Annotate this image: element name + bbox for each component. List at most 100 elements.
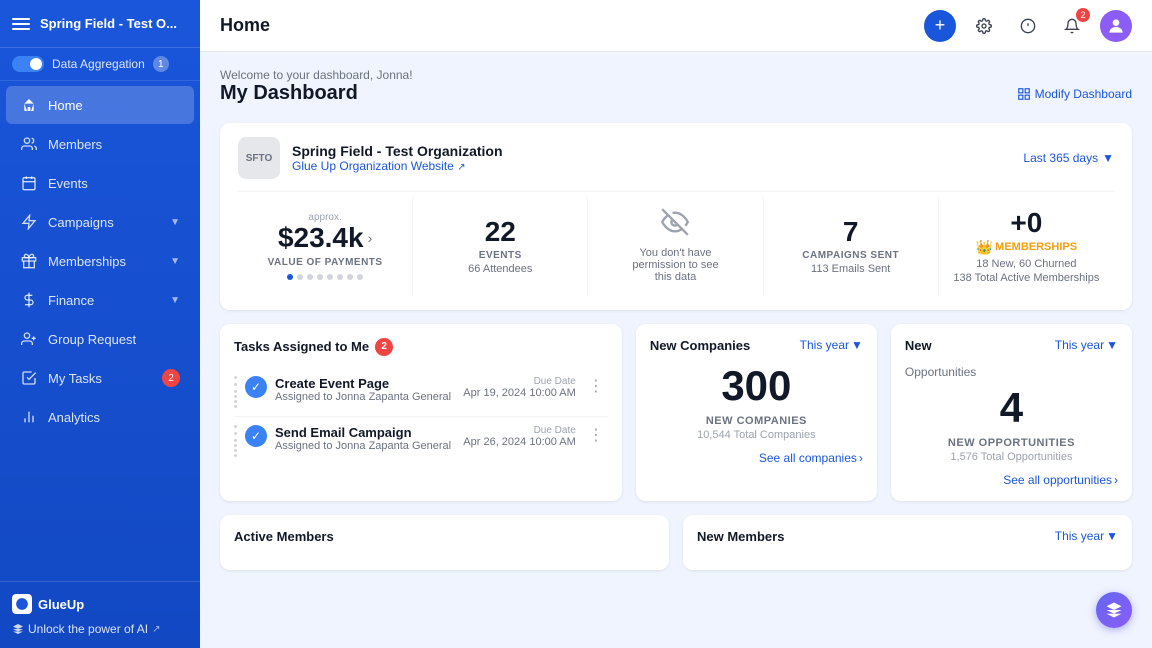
new-members-title: New Members [697,529,784,544]
notifications-button[interactable]: 2 [1056,10,1088,42]
task-drag-handle[interactable] [234,376,237,408]
task-menu-button[interactable]: ⋮ [584,425,608,445]
task-check-icon[interactable]: ✓ [245,425,267,447]
see-all-opportunities-link[interactable]: See all opportunities › [905,473,1118,487]
modify-dashboard-button[interactable]: Modify Dashboard [1017,87,1132,101]
stat-campaigns-label: CAMPAIGNS SENT [802,250,899,261]
glueup-logo-icon [12,594,32,614]
last-days-selector[interactable]: Last 365 days ▼ [1023,151,1114,165]
unlock-ai-external-icon: ↗ [152,624,160,635]
task-menu-button[interactable]: ⋮ [584,376,608,396]
sidebar-members-label: Members [48,137,102,152]
stat-dot-2[interactable] [297,274,303,280]
stat-events-value: 22 [485,217,516,248]
sidebar-campaigns-label: Campaigns [48,215,114,230]
companies-panel-title: New Companies [650,338,750,353]
task-info: Create Event Page Assigned to Jonna Zapa… [275,376,455,403]
hamburger-icon[interactable] [12,18,30,30]
opportunities-this-year-button[interactable]: This year ▼ [1055,338,1118,352]
stat-permissions: You don't have permission to see this da… [588,196,763,296]
sidebar-nav: Home Members Events Campaigns ▼ Member [0,81,200,581]
glueup-logo: GlueUp [12,594,188,614]
unlock-ai-label: Unlock the power of AI [28,622,148,636]
stat-dot-7[interactable] [347,274,353,280]
stat-dot-6[interactable] [337,274,343,280]
eye-blocked-icon [661,208,689,243]
opportunities-value: 4 [905,387,1118,429]
last-days-label: Last 365 days [1023,151,1098,165]
sidebar-events-label: Events [48,176,88,191]
opportunities-panel: New This year ▼ Opportunities 4 NEW OPPO… [891,324,1132,501]
stat-payments-value: $23.4k [278,223,364,254]
org-website-label: Glue Up Organization Website [292,159,454,173]
memberships-arrow-icon: ▼ [170,256,180,267]
data-aggregation-toggle: Data Aggregation 1 [0,48,200,81]
add-button[interactable]: + [924,10,956,42]
sidebar-item-events[interactable]: Events [6,164,194,202]
task-date-col: Due Date Apr 19, 2024 10:00 AM [463,376,576,399]
stat-dot-1[interactable] [287,274,293,280]
org-website-link[interactable]: Glue Up Organization Website ↗ [292,159,503,173]
sidebar-item-members[interactable]: Members [6,125,194,163]
data-aggregation-switch[interactable] [12,56,44,72]
data-aggregation-label: Data Aggregation [52,57,145,71]
new-members-this-year-button[interactable]: This year ▼ [1055,529,1118,543]
last-days-chevron-icon: ▼ [1102,151,1114,165]
see-all-companies-link[interactable]: See all companies › [650,451,863,465]
sidebar-item-finance[interactable]: Finance ▼ [6,281,194,319]
sidebar-item-my-tasks[interactable]: My Tasks 2 [6,359,194,397]
stat-memberships-value: +0 [1010,208,1042,239]
events-icon [20,174,38,192]
task-title: Send Email Campaign [275,425,455,440]
companies-panel: New Companies This year ▼ 300 NEW COMPAN… [636,324,877,501]
see-all-companies-label: See all companies [759,451,857,465]
user-avatar[interactable] [1100,10,1132,42]
task-check-icon[interactable]: ✓ [245,376,267,398]
stat-nav [287,274,363,280]
companies-chevron-icon: ▼ [851,338,863,352]
sidebar-finance-label: Finance [48,293,94,308]
companies-panel-header: New Companies This year ▼ [650,338,863,353]
stat-dot-5[interactable] [327,274,333,280]
sidebar-group-request-label: Group Request [48,332,136,347]
sidebar-item-home[interactable]: Home [6,86,194,124]
memberships-new-churned: 18 New, 60 Churned [976,258,1076,270]
sidebar-item-memberships[interactable]: Memberships ▼ [6,242,194,280]
stat-dot-4[interactable] [317,274,323,280]
stat-dot-3[interactable] [307,274,313,280]
finance-icon [20,291,38,309]
sidebar-org-name: Spring Field - Test O... [40,16,177,31]
task-drag-handle[interactable] [234,425,237,457]
see-all-opportunities-arrow-icon: › [1114,473,1118,487]
sidebar-item-group-request[interactable]: Group Request [6,320,194,358]
companies-value: 300 [650,365,863,407]
campaigns-icon [20,213,38,231]
members-row: Active Members New Members This year ▼ [220,515,1132,570]
payments-arrow-icon[interactable]: › [368,230,373,246]
settings-button[interactable] [968,10,1000,42]
panels-row: Tasks Assigned to Me 2 ✓ Create Event Pa… [220,324,1132,501]
page-title: Home [220,15,912,36]
sidebar-home-label: Home [48,98,83,113]
ai-bubble[interactable] [1096,592,1132,628]
info-button[interactable] [1012,10,1044,42]
sidebar-item-campaigns[interactable]: Campaigns ▼ [6,203,194,241]
companies-this-year-button[interactable]: This year ▼ [800,338,863,352]
unlock-ai-link[interactable]: Unlock the power of AI ↗ [12,622,188,636]
task-assigned: Assigned to Jonna Zapanta General [275,391,455,403]
memberships-badge-label: MEMBERSHIPS [995,241,1077,253]
sidebar-item-analytics[interactable]: Analytics [6,398,194,436]
welcome-row: Welcome to your dashboard, Jonna! My Das… [220,68,1132,119]
stat-memberships: +0 👑 MEMBERSHIPS 18 New, 60 Churned 138 … [939,196,1114,296]
stat-dot-8[interactable] [357,274,363,280]
task-date-col: Due Date Apr 26, 2024 10:00 AM [463,425,576,448]
new-members-panel: New Members This year ▼ [683,515,1132,570]
group-request-icon [20,330,38,348]
task-item: ✓ Send Email Campaign Assigned to Jonna … [234,417,608,465]
see-all-opportunities-label: See all opportunities [1003,473,1112,487]
stats-row: approx. $23.4k › VALUE OF PAYMENTS [238,191,1114,296]
glueup-logo-text: GlueUp [38,597,84,612]
sidebar-my-tasks-label: My Tasks [48,371,102,386]
opportunities-this-year-label: This year [1055,338,1104,352]
tasks-title-text: Tasks Assigned to Me [234,339,369,354]
